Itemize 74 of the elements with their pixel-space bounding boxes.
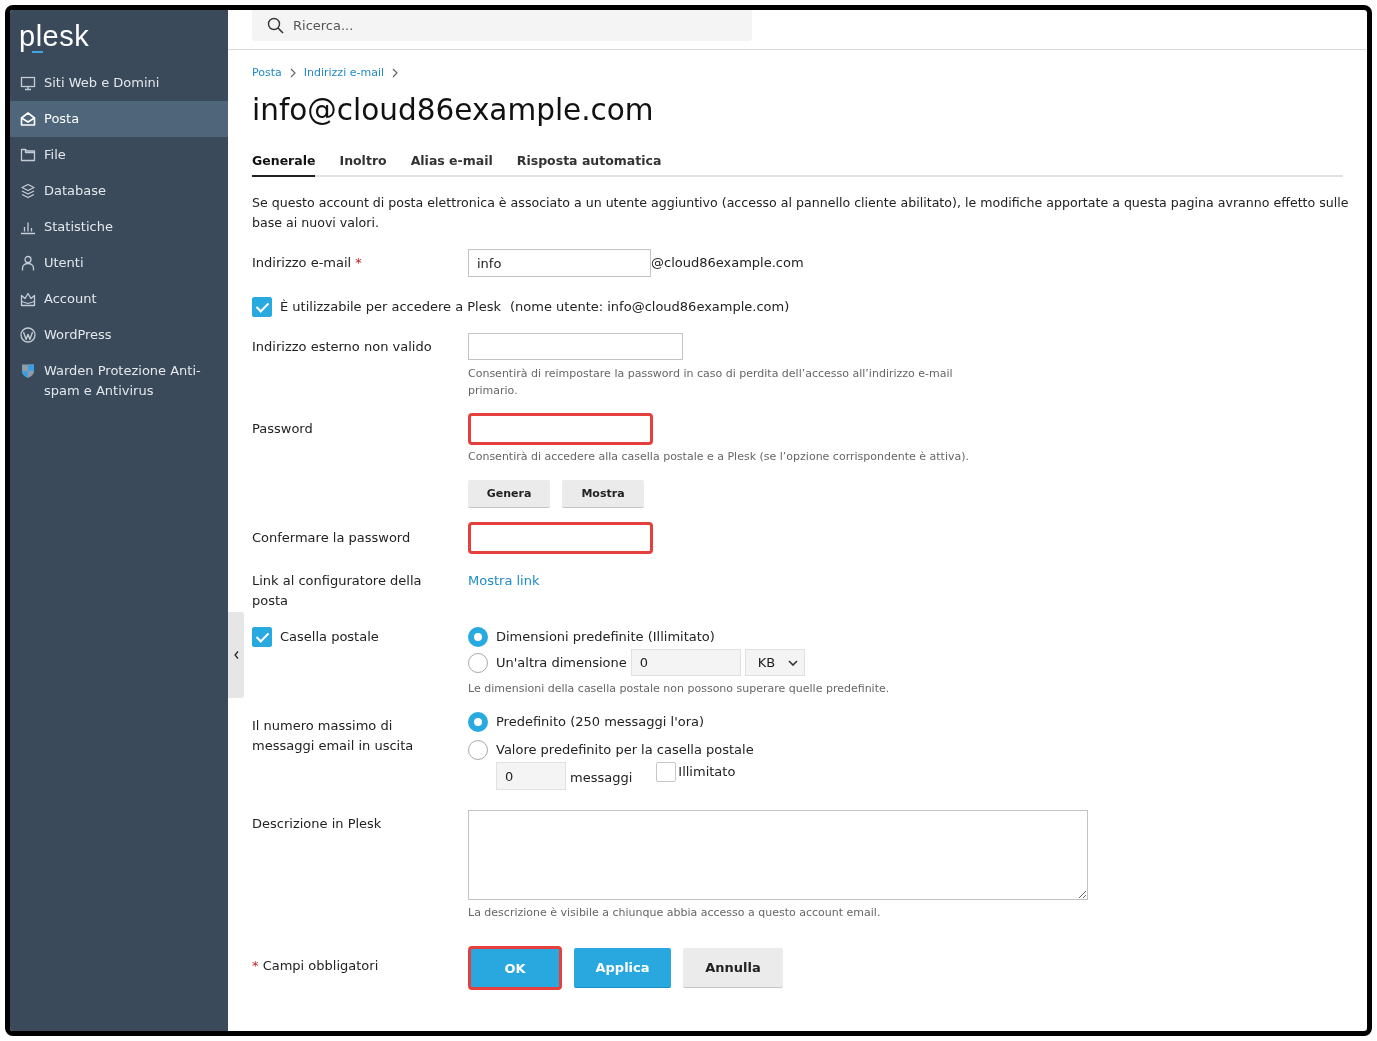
sidebar-item[interactable]: Account <box>10 281 228 317</box>
page-title: info@cloud86example.com <box>252 92 655 129</box>
radio-label[interactable]: Un'altra dimensione <box>496 652 627 673</box>
text-input[interactable] <box>468 333 683 360</box>
chevron-right-icon <box>289 68 296 78</box>
tab[interactable]: Generale <box>252 148 316 177</box>
checkbox[interactable] <box>252 297 272 317</box>
password-input[interactable] <box>468 413 653 445</box>
tab[interactable]: Inoltro <box>339 148 387 177</box>
checkbox-label[interactable]: È utilizzabile per accedere a Plesk <box>280 297 501 317</box>
field-hint: Consentirà di accedere alla casella postale e a Plesk (se l’opzione corrispondente è attiva). <box>468 449 969 465</box>
description-textarea[interactable] <box>468 810 1088 900</box>
sidebar-collapse-handle[interactable] <box>228 612 244 698</box>
field-hint: La descrizione è visibile a chiunque abbia accesso a questo account email. <box>468 905 881 921</box>
username-note: (nome utente: info@cloud86example.com) <box>510 298 790 316</box>
wordpress-icon <box>20 327 36 343</box>
sidebar-item[interactable]: Statistiche <box>10 209 228 245</box>
envelope-icon <box>20 111 36 127</box>
sidebar-item[interactable]: Posta <box>10 101 228 137</box>
caret-icon <box>787 659 798 666</box>
sidebar-item[interactable]: Warden Protezione Anti-spam e Antivirus <box>10 353 228 409</box>
field-label: Indirizzo e-mail * <box>252 254 363 272</box>
folder-icon <box>20 147 36 163</box>
monitor-icon <box>20 75 36 91</box>
checkbox[interactable] <box>252 627 272 647</box>
unit-select[interactable]: KB <box>744 649 805 676</box>
checkbox-label[interactable]: Illimitato <box>678 762 736 782</box>
intro-text: Se questo account di posta elettronica è associato a un utente aggiuntivo (accesso al pannello cliente abilitato), le modifiche apportate a questa pagina avranno effetto sulle base ai nuovi valori. <box>252 194 1349 232</box>
plesk-logo[interactable]: plesk <box>19 18 90 54</box>
domain-suffix: @cloud86example.com <box>651 254 804 272</box>
form-button[interactable]: Annulla <box>683 948 783 988</box>
field-label: Link al configuratore della posta <box>252 572 423 610</box>
sidebar-item[interactable]: Siti Web e Domini <box>10 65 228 101</box>
sidebar-item[interactable]: Database <box>10 173 228 209</box>
field-label: Password <box>252 420 314 438</box>
radio-button[interactable] <box>468 627 488 647</box>
search-icon <box>267 17 284 34</box>
password-input[interactable] <box>468 522 653 554</box>
radio-label[interactable]: Valore predefinito per la casella postale <box>496 740 754 760</box>
field-label: Indirizzo esterno non valido <box>252 338 433 356</box>
required-note: * Campi obbligatori <box>252 957 380 975</box>
tab[interactable]: Risposta automatica <box>516 148 662 177</box>
sidebar-item[interactable]: File <box>10 137 228 173</box>
tab[interactable]: Alias e-mail <box>410 148 493 177</box>
email-input[interactable]: info <box>468 249 651 277</box>
radio-label[interactable]: Dimensioni predefinite (Illimitato) <box>496 627 715 647</box>
password-button[interactable]: Mostra <box>562 480 644 508</box>
field-hint: Le dimensioni della casella postale non possono superare quelle predefinite. <box>468 681 890 697</box>
count-input[interactable]: 0 <box>496 762 566 790</box>
unit-label: messaggi <box>570 769 633 787</box>
shield-icon <box>20 363 36 379</box>
checkbox-label[interactable]: Casella postale <box>280 627 379 647</box>
sidebar-item[interactable]: Utenti <box>10 245 228 281</box>
field-label: Descrizione in Plesk <box>252 815 383 833</box>
sidebar-item[interactable]: WordPress <box>10 317 228 353</box>
layers-icon <box>20 183 36 199</box>
radio-button[interactable] <box>468 652 488 673</box>
radio-button[interactable] <box>468 712 488 732</box>
chevron-right-icon <box>392 68 398 78</box>
breadcrumb-link[interactable]: Indirizzi e-mail <box>303 65 384 81</box>
user-icon <box>20 255 36 271</box>
password-button[interactable]: Genera <box>468 480 550 508</box>
field-hint: Consentirà di reimpostare la password in caso di perdita dell’accesso all’indirizzo e-mail primario. <box>468 366 954 399</box>
radio-label[interactable]: Predefinito (250 messaggi l'ora) <box>496 712 705 732</box>
chevron-left-icon <box>233 651 239 659</box>
size-input[interactable]: 0 <box>630 649 741 676</box>
show-link[interactable]: Mostra link <box>468 571 540 591</box>
search-field[interactable]: Ricerca... <box>252 10 752 41</box>
crown-icon <box>20 291 36 307</box>
field-label: Confermare la password <box>252 529 412 547</box>
breadcrumb-link[interactable]: Posta <box>252 65 282 81</box>
field-label: Il numero massimo di messaggi email in uscita <box>252 717 415 755</box>
radio-button[interactable] <box>468 740 488 760</box>
checkbox[interactable] <box>656 762 677 782</box>
